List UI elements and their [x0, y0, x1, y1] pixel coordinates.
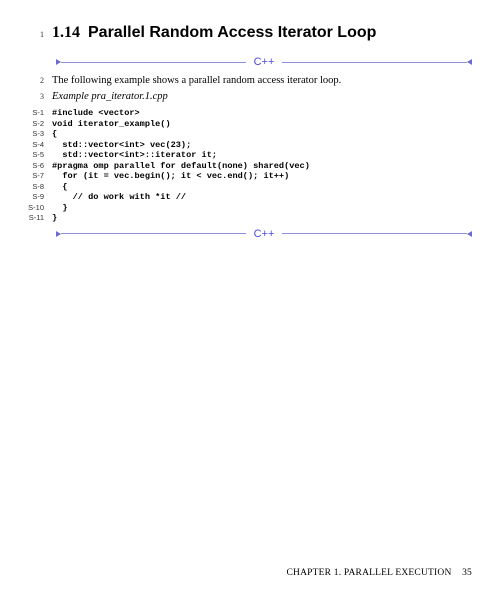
section-title: Parallel Random Access Iterator Loop: [88, 24, 376, 42]
code-line-number: S-1: [22, 108, 52, 117]
code-text: {: [52, 129, 57, 139]
page-number: 35: [462, 568, 472, 578]
code-text: }: [52, 213, 57, 223]
code-line: S-1 #include <vector>: [22, 108, 472, 118]
language-divider-top: C++: [56, 56, 472, 68]
code-line: S-8 {: [22, 182, 472, 192]
divider-line: [282, 233, 467, 234]
code-line-number: S-10: [22, 203, 52, 212]
section-number: 1.14: [52, 24, 80, 42]
section-heading: 1 1.14 Parallel Random Access Iterator L…: [22, 24, 472, 42]
code-text: std::vector<int>::iterator it;: [52, 150, 217, 160]
code-line: S-9 // do work with *it //: [22, 192, 472, 202]
code-line-number: S-4: [22, 140, 52, 149]
code-text: #include <vector>: [52, 108, 140, 118]
code-line-number: S-3: [22, 129, 52, 138]
code-line: S-7 for (it = vec.begin(); it < vec.end(…: [22, 171, 472, 181]
code-line-number: S-6: [22, 161, 52, 170]
code-text: void iterator_example(): [52, 119, 171, 129]
code-line-number: S-8: [22, 182, 52, 191]
example-caption-row: 3 Example pra_iterator.1.cpp: [22, 90, 472, 104]
code-line-number: S-11: [22, 213, 52, 222]
divider-line: [282, 62, 467, 63]
language-divider-bottom: C++: [56, 228, 472, 240]
code-line-number: S-5: [22, 150, 52, 159]
divider-line: [61, 233, 246, 234]
intro-text: The following example shows a parallel r…: [52, 74, 341, 88]
divider-line: [61, 62, 246, 63]
code-listing: S-1 #include <vector> S-2 void iterator_…: [22, 108, 472, 223]
code-line: S-11 }: [22, 213, 472, 223]
language-label: C++: [246, 228, 283, 240]
margin-line-number: 3: [22, 92, 44, 101]
code-text: #pragma omp parallel for default(none) s…: [52, 161, 310, 171]
divider-arrow-icon: [467, 231, 472, 237]
divider-arrow-icon: [467, 59, 472, 65]
code-line: S-10 }: [22, 203, 472, 213]
code-text: std::vector<int> vec(23);: [52, 140, 191, 150]
code-text: for (it = vec.begin(); it < vec.end(); i…: [52, 171, 289, 181]
language-label: C++: [246, 56, 283, 68]
code-line-number: S-2: [22, 119, 52, 128]
code-line: S-2 void iterator_example(): [22, 119, 472, 129]
code-text: // do work with *it //: [52, 192, 186, 202]
code-line-number: S-7: [22, 171, 52, 180]
margin-line-number: 2: [22, 76, 44, 85]
page-footer: CHAPTER 1. PARALLEL EXECUTION 35: [287, 568, 473, 578]
margin-line-number: 1: [22, 30, 44, 39]
code-line: S-4 std::vector<int> vec(23);: [22, 140, 472, 150]
code-text: }: [52, 203, 67, 213]
footer-chapter: CHAPTER 1. PARALLEL EXECUTION: [287, 568, 452, 578]
code-text: {: [52, 182, 67, 192]
code-line: S-3 {: [22, 129, 472, 139]
code-line-number: S-9: [22, 192, 52, 201]
code-line: S-6 #pragma omp parallel for default(non…: [22, 161, 472, 171]
example-caption: Example pra_iterator.1.cpp: [52, 90, 168, 104]
intro-paragraph: 2 The following example shows a parallel…: [22, 74, 472, 88]
page: 1 1.14 Parallel Random Access Iterator L…: [0, 0, 500, 268]
code-line: S-5 std::vector<int>::iterator it;: [22, 150, 472, 160]
